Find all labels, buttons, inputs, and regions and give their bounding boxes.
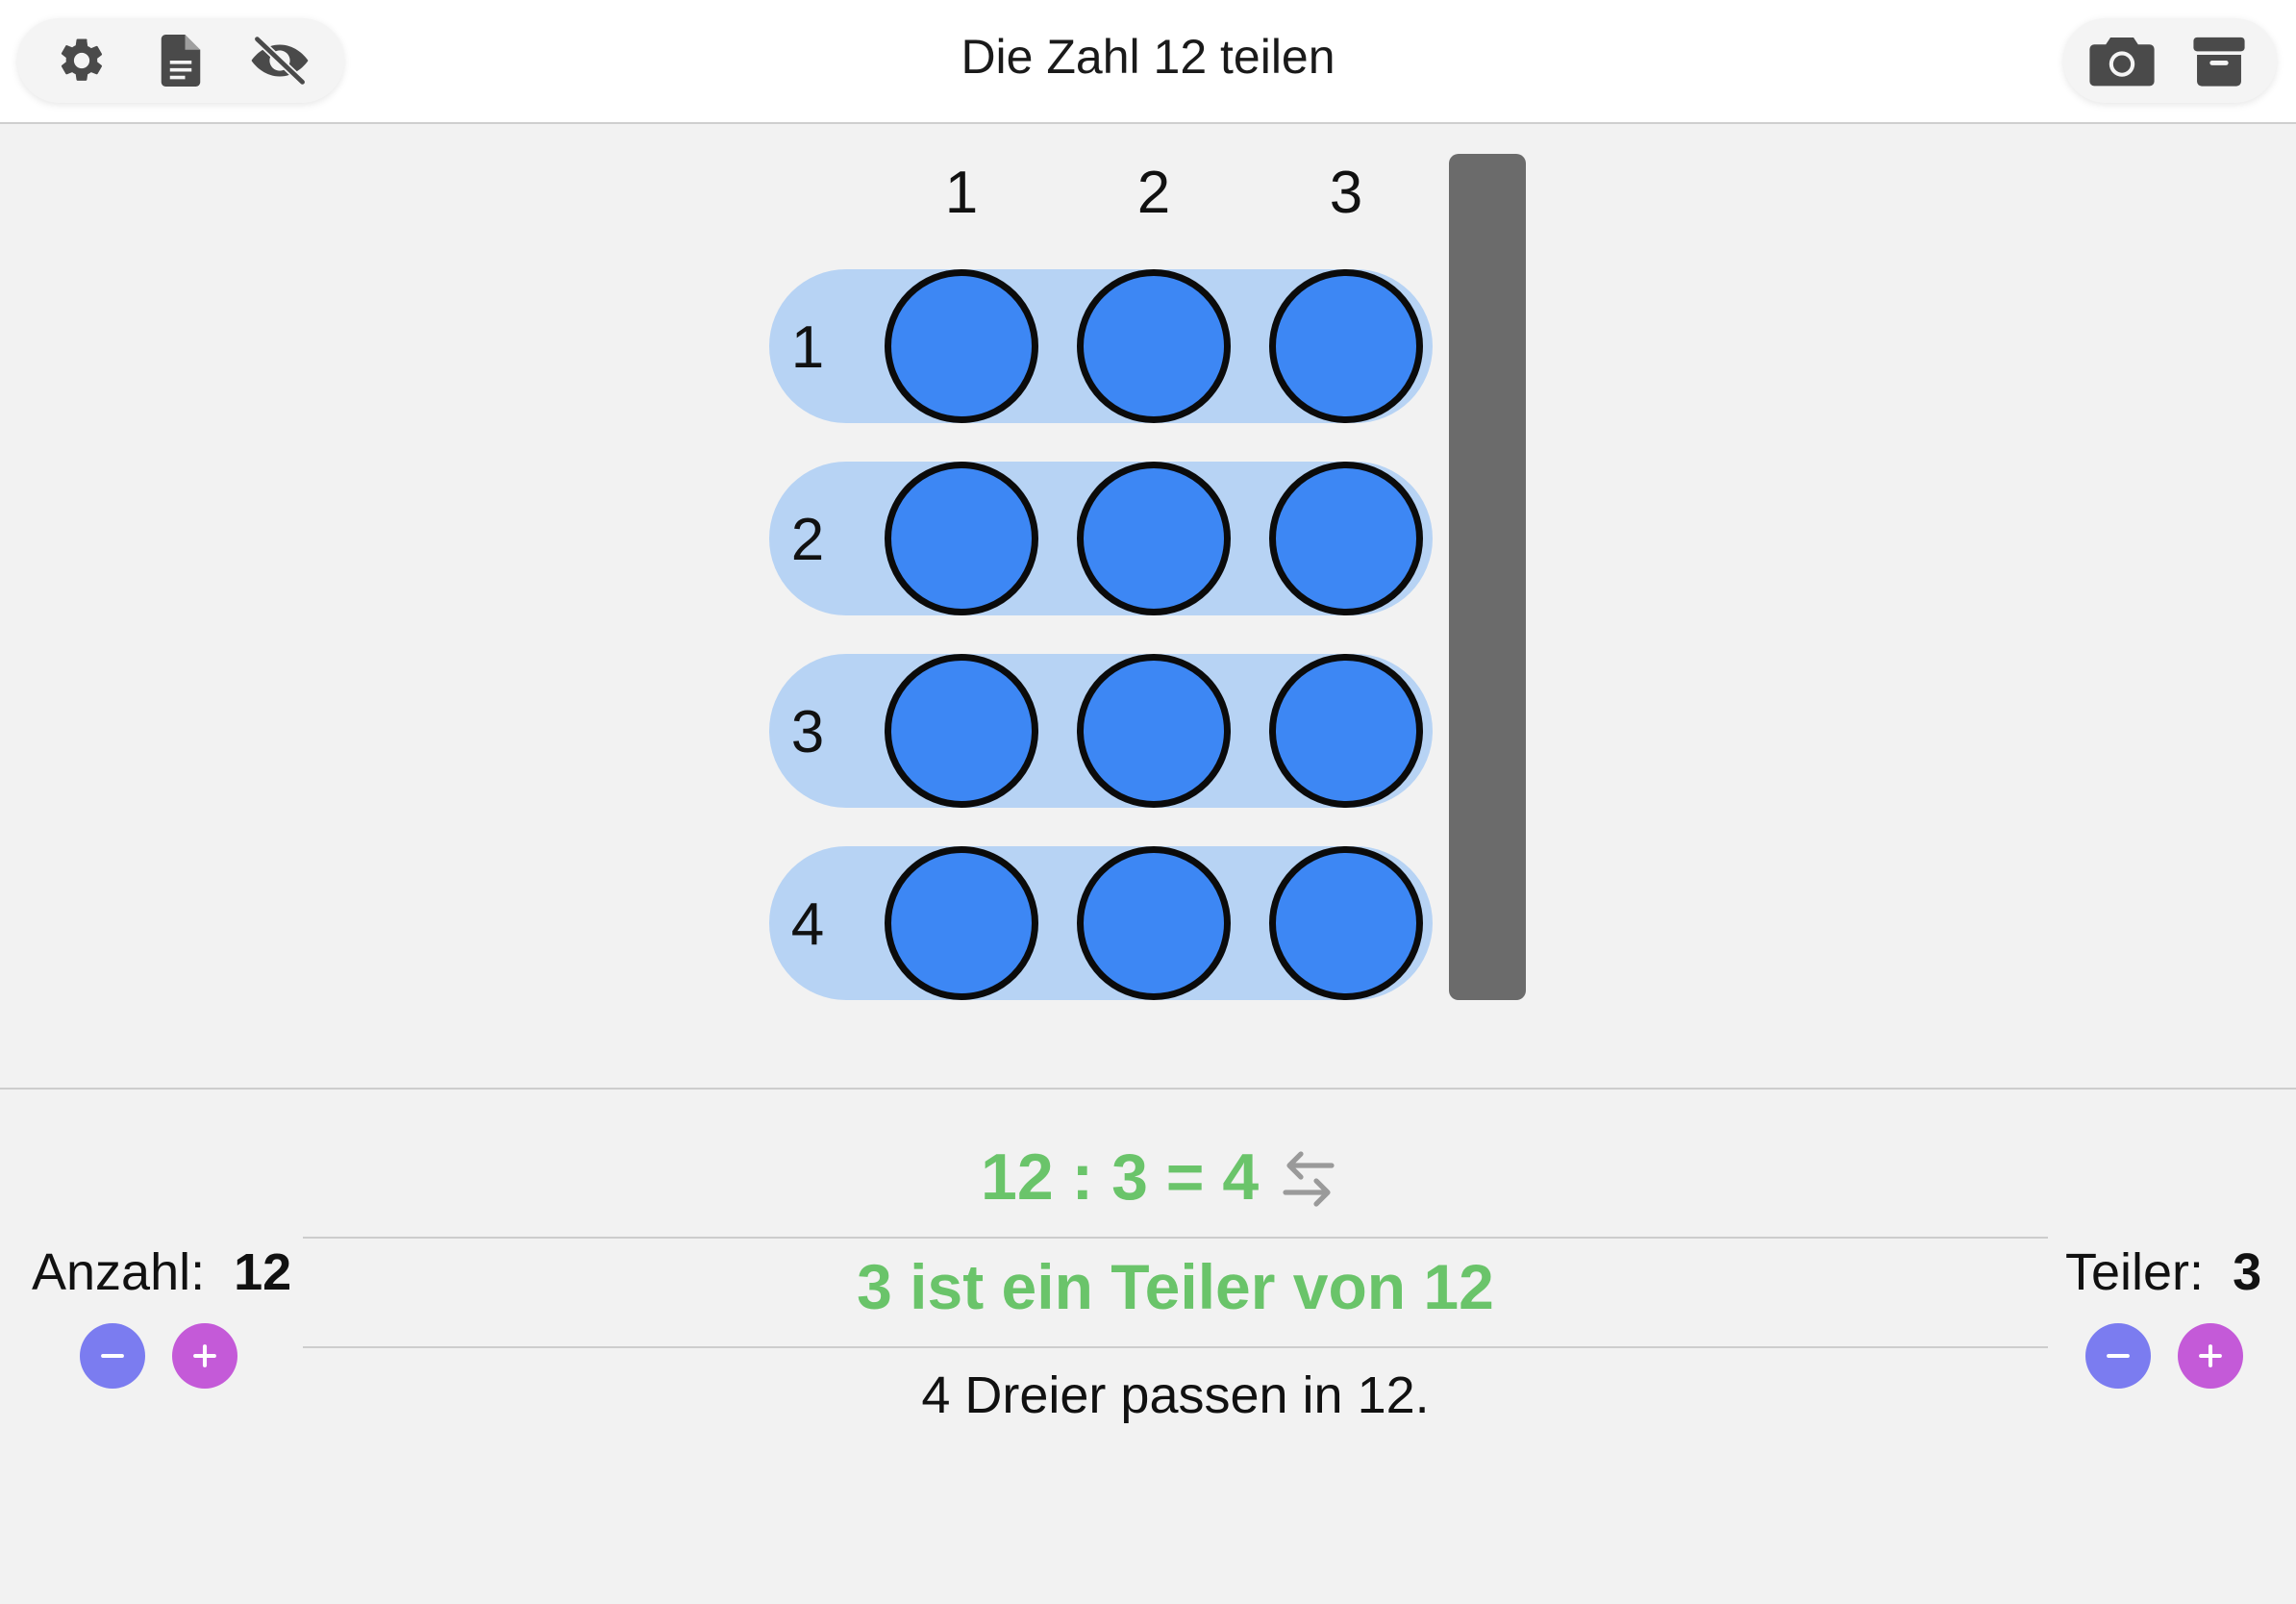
dot[interactable]: [1269, 269, 1423, 423]
dot[interactable]: [885, 462, 1038, 615]
dot[interactable]: [1077, 269, 1231, 423]
camera-icon: [2088, 38, 2155, 87]
column-label: 3: [1329, 160, 1363, 226]
archive-icon: [2192, 37, 2245, 87]
divisor-label: Teiler:: [2065, 1243, 2205, 1301]
count-value: 12: [234, 1243, 292, 1301]
divisor-statement: 3 ist ein Teiler von 12: [857, 1251, 1494, 1322]
right-toolbar: [2063, 18, 2277, 103]
row-label: 1: [790, 314, 825, 381]
count-plus-button[interactable]: [172, 1323, 237, 1389]
count-minus-button[interactable]: [80, 1323, 145, 1389]
count-label: Anzahl:: [32, 1243, 206, 1301]
archive-button[interactable]: [2184, 26, 2254, 95]
dot[interactable]: [1269, 846, 1423, 1000]
dot[interactable]: [1077, 462, 1231, 615]
count-label-group: Anzahl: 12: [32, 1242, 291, 1302]
plus-icon: [2199, 1344, 2222, 1367]
row-label: 3: [790, 699, 825, 765]
dot[interactable]: [885, 846, 1038, 1000]
divisor-plus-button[interactable]: [2178, 1323, 2243, 1389]
dot[interactable]: [885, 269, 1038, 423]
swap-arrows-icon: [1283, 1151, 1335, 1207]
minus-icon: [2107, 1353, 2130, 1359]
result-note: 4 Dreier passen in 12.: [921, 1366, 1430, 1424]
dot[interactable]: [1269, 462, 1423, 615]
section-divider: [0, 1088, 2296, 1090]
equation: 12 : 3 = 4: [981, 1140, 1260, 1214]
dot[interactable]: [1077, 846, 1231, 1000]
divisor-value: 3: [2233, 1243, 2262, 1301]
swap-button[interactable]: [1274, 1144, 1343, 1214]
camera-button[interactable]: [2087, 26, 2157, 95]
dot[interactable]: [1269, 654, 1423, 808]
divisor-label-group: Teiler: 3: [2065, 1242, 2261, 1302]
plus-icon: [193, 1344, 216, 1367]
page-title: Die Zahl 12 teilen: [961, 30, 1335, 84]
column-label: 1: [944, 160, 979, 226]
top-bar: Die Zahl 12 teilen: [0, 0, 2296, 124]
column-label: 2: [1136, 160, 1171, 226]
minus-icon: [101, 1353, 124, 1359]
divisor-minus-button[interactable]: [2085, 1323, 2151, 1389]
row-label: 4: [790, 891, 825, 958]
dot[interactable]: [885, 654, 1038, 808]
row-label: 2: [790, 507, 825, 573]
result-divider-top: [303, 1237, 2048, 1239]
divider-bar[interactable]: [1449, 154, 1526, 1000]
dot[interactable]: [1077, 654, 1231, 808]
result-divider-bottom: [303, 1346, 2048, 1348]
